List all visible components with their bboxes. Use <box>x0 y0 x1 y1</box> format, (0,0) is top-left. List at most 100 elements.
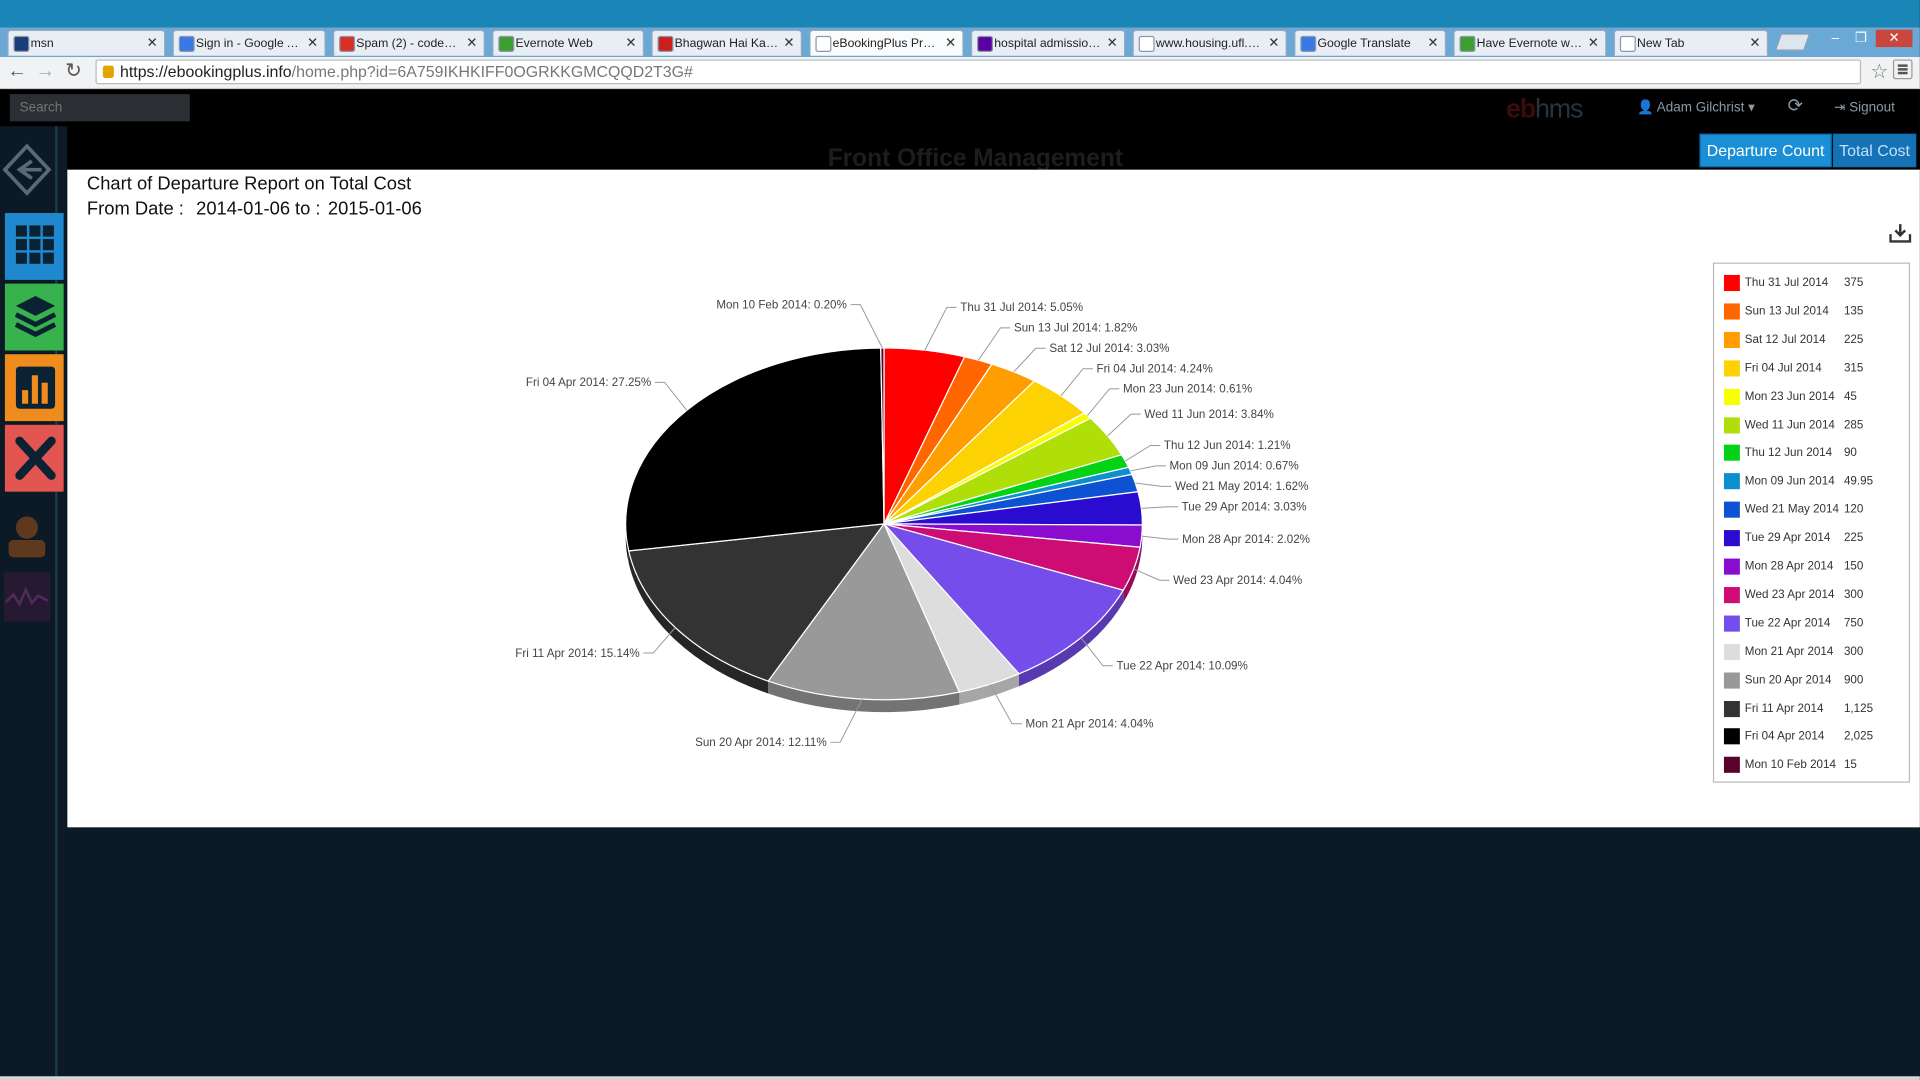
tab-close-icon[interactable]: ✕ <box>466 35 477 51</box>
legend-label: Thu 12 Jun 2014 <box>1744 446 1833 460</box>
tab-strip: msn✕Sign in - Google Accounts✕ Spam (2) -… <box>0 27 1920 57</box>
bookmark-star-icon[interactable]: ☆ <box>1870 59 1888 84</box>
pie-slice-label: Mon 10 Feb 2014: 0.20% <box>716 298 847 311</box>
tab-close-icon[interactable]: ✕ <box>1588 35 1599 51</box>
pie-leader-line <box>1125 444 1161 462</box>
legend-label: Tue 29 Apr 2014 <box>1744 531 1831 546</box>
browser-tab[interactable]: www.housing.ufl.edu ✕ <box>1132 29 1287 56</box>
pie-slice-label: Mon 28 Apr 2014: 2.02% <box>1182 533 1310 546</box>
pie-slice-label: Fri 04 Apr 2014: 27.25% <box>526 376 651 389</box>
legend-value: 120 <box>1843 503 1864 517</box>
legend-swatch <box>1723 700 1740 717</box>
legend-label: Wed 11 Jun 2014 <box>1744 417 1835 432</box>
tab-close-icon[interactable]: ✕ <box>147 35 158 51</box>
legend-swatch <box>1723 757 1740 774</box>
browser-tab[interactable]: Google Translate ✕ <box>1294 29 1447 56</box>
reports-tile[interactable] <box>4 354 64 422</box>
forward-icon[interactable]: → <box>34 61 56 83</box>
search-input[interactable] <box>9 94 190 122</box>
legend-value: 225 <box>1843 332 1864 347</box>
total-cost-button[interactable]: Total Cost <box>1832 133 1917 168</box>
pie-slice-label: Fri 11 Apr 2014: 15.14% <box>515 647 639 660</box>
user-menu[interactable]: 👤 Adam Gilchrist ▾ <box>1637 99 1755 115</box>
favicon-icon <box>1619 35 1636 53</box>
browser-tab[interactable]: Sign in - Google Accounts ✕ <box>172 29 326 56</box>
pie-slice-label: Wed 21 May 2014: 1.62% <box>1175 480 1309 493</box>
browser-tab[interactable]: New Tab ✕ <box>1613 29 1769 56</box>
favicon-icon <box>977 35 993 53</box>
browser-menu-icon[interactable] <box>1892 59 1913 80</box>
chart-legend: Thu 31 Jul 2014 375 Sun 13 Jul 2014 135 Sat … <box>1712 262 1911 783</box>
favicon-icon <box>657 35 674 53</box>
back-icon[interactable]: ← <box>6 61 28 83</box>
legend-label: Thu 31 Jul 2014 <box>1744 276 1829 290</box>
pie-slice-label: Mon 23 Jun 2014: 0.61% <box>1123 382 1252 395</box>
legend-value: 90 <box>1843 446 1857 460</box>
legend-label: Sun 13 Jul 2014 <box>1744 304 1829 319</box>
favicon-icon <box>1459 35 1476 53</box>
browser-tab[interactable]: hospital admission care ✕ <box>970 29 1126 56</box>
pie-leader-line <box>924 306 957 351</box>
browser-tab[interactable]: Bhagwan Hai Kahan Re ✕ <box>651 29 802 56</box>
title-bar <box>0 0 1920 28</box>
legend-label: Fri 04 Apr 2014 <box>1744 729 1825 744</box>
new-tab-button[interactable] <box>1774 33 1811 51</box>
address-bar[interactable]: https://ebookingplus.info/home.php?id=6A… <box>95 59 1862 85</box>
back-home-icon[interactable] <box>0 141 54 198</box>
pie-slice-label: Sun 13 Jul 2014: 1.82% <box>1014 322 1137 335</box>
browser-tab[interactable]: Have Evernote with you ✕ <box>1453 29 1607 56</box>
app-logo: ebhms <box>1506 92 1583 124</box>
close-window-icon[interactable]: ✕ <box>1875 29 1913 48</box>
close-icon <box>15 436 56 480</box>
tab-close-icon[interactable]: ✕ <box>1107 35 1118 51</box>
favicon-icon <box>1138 35 1155 53</box>
layers-tile[interactable] <box>4 283 64 351</box>
legend-swatch <box>1723 558 1740 575</box>
activity-icon[interactable] <box>3 572 51 622</box>
pie-slice-label: Thu 12 Jun 2014: 1.21% <box>1164 439 1291 452</box>
pie-slice[interactable] <box>625 347 885 552</box>
browser-tab[interactable]: Evernote Web ✕ <box>492 29 645 56</box>
refresh-icon[interactable]: ⟳ <box>1788 94 1803 116</box>
reload-icon[interactable]: ↻ <box>62 61 84 83</box>
favicon-icon <box>815 35 832 53</box>
pie-leader-line <box>1107 413 1141 437</box>
legend-value: 375 <box>1843 276 1864 290</box>
browser-tab[interactable]: msn ✕ <box>7 29 166 56</box>
legend-swatch <box>1723 728 1740 745</box>
tab-close-icon[interactable]: ✕ <box>783 35 794 51</box>
tab-close-icon[interactable]: ✕ <box>1749 35 1760 51</box>
tab-close-icon[interactable]: ✕ <box>1268 35 1279 51</box>
tab-close-icon[interactable]: ✕ <box>945 35 956 51</box>
pie-leader-line <box>1130 465 1166 472</box>
legend-label: Mon 10 Feb 2014 <box>1744 758 1836 772</box>
minimize-icon[interactable]: – <box>1824 30 1846 47</box>
user-profile-icon[interactable] <box>4 510 51 560</box>
tab-label: Bhagwan Hai Kahan Re <box>674 37 779 51</box>
departure-count-button[interactable]: Departure Count <box>1699 133 1832 168</box>
pie-leader-line <box>1013 347 1046 373</box>
bar-chart-icon <box>15 366 56 409</box>
legend-label: Mon 28 Apr 2014 <box>1744 559 1834 574</box>
browser-tab[interactable]: eBookingPlus Property ✕ <box>809 29 964 56</box>
browser-tab[interactable]: Spam (2) - codebd007 ✕ <box>333 29 485 56</box>
pie-leader-line <box>978 327 1011 361</box>
legend-value: 315 <box>1843 361 1864 375</box>
legend-value: 45 <box>1843 389 1857 404</box>
legend-swatch <box>1723 274 1740 292</box>
legend-swatch <box>1723 360 1740 377</box>
tab-label: Evernote Web <box>515 37 593 51</box>
pie-leader-line <box>1141 506 1178 509</box>
signout-button[interactable]: ⇥ Signout <box>1834 99 1895 115</box>
tab-label: Spam (2) - codebd007 <box>356 37 461 51</box>
legend-label: Fri 04 Jul 2014 <box>1744 361 1822 375</box>
dashboard-tile[interactable] <box>4 213 64 280</box>
close-tile[interactable] <box>4 424 64 492</box>
browser-toolbar: ← → ↻ https://ebookingplus.info/home.php… <box>0 56 1920 90</box>
tab-close-icon[interactable]: ✕ <box>625 35 636 51</box>
legend-label: Sun 20 Apr 2014 <box>1744 673 1832 687</box>
download-icon[interactable] <box>1889 223 1912 243</box>
restore-icon[interactable]: ❐ <box>1850 30 1872 47</box>
tab-close-icon[interactable]: ✕ <box>307 35 318 51</box>
tab-close-icon[interactable]: ✕ <box>1427 35 1438 51</box>
